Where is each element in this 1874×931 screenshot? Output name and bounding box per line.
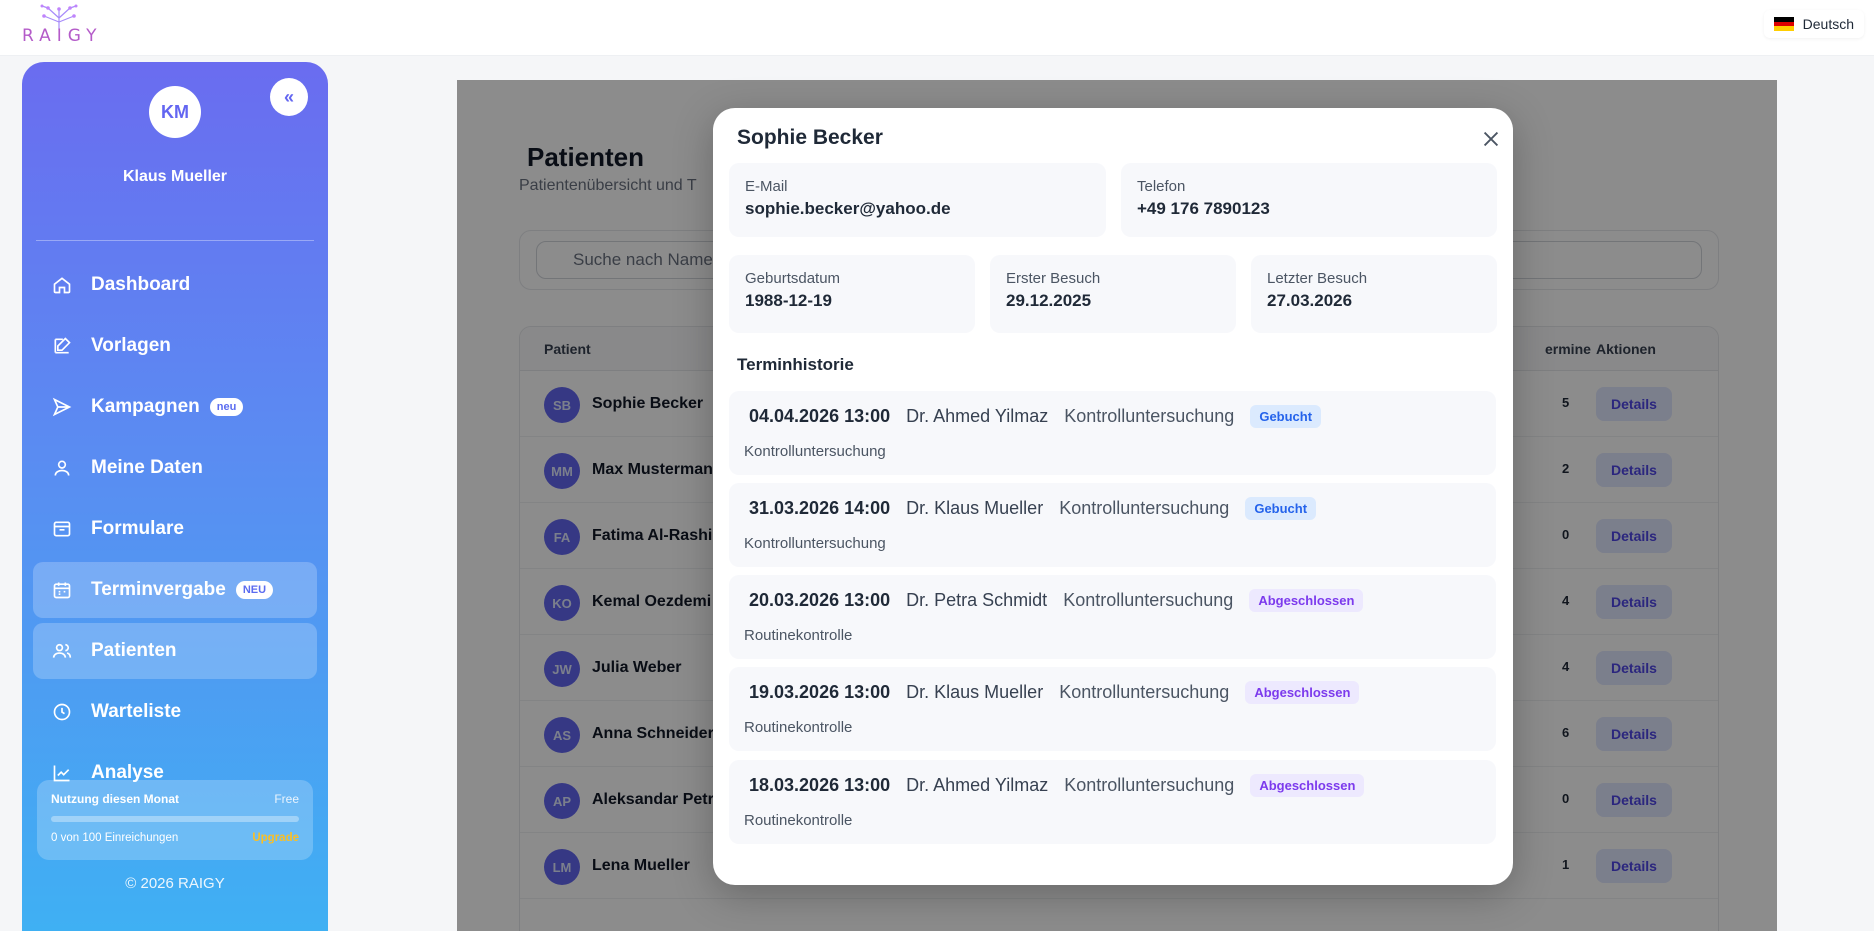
first-visit-value: 29.12.2025 bbox=[1006, 291, 1092, 310]
sidebar-item-label: Dashboard bbox=[91, 274, 191, 295]
appointment-note: Kontrolluntersuchung bbox=[744, 443, 886, 460]
sidebar-item-label: Terminvergabe bbox=[91, 579, 226, 600]
appointment-item: 18.03.2026 13:00 Dr. Ahmed Yilmaz Kontro… bbox=[729, 760, 1496, 844]
home-icon bbox=[51, 274, 73, 296]
appointment-item: 20.03.2026 13:00 Dr. Petra Schmidt Kontr… bbox=[729, 575, 1496, 659]
appointment-datetime: 31.03.2026 14:00 bbox=[749, 498, 891, 518]
status-badge: Abgeschlossen bbox=[1245, 681, 1360, 704]
email-field: E-Mail sophie.becker@yahoo.de bbox=[729, 163, 1106, 237]
status-badge: Gebucht bbox=[1250, 405, 1322, 428]
status-badge: Abgeschlossen bbox=[1250, 774, 1365, 797]
plan-label: Free bbox=[274, 792, 299, 806]
usage-card: Nutzung diesen Monat Free 0 von 100 Einr… bbox=[37, 780, 313, 860]
phone-value: +49 176 7890123 bbox=[1137, 199, 1270, 218]
collapse-sidebar-button[interactable]: « bbox=[270, 78, 308, 116]
logo-text: RAIGY bbox=[22, 26, 103, 46]
appointment-type: Kontrolluntersuchung bbox=[1064, 406, 1235, 426]
sidebar-item-label: Kampagnen bbox=[91, 396, 200, 417]
raigy-logo[interactable]: RAIGY bbox=[20, 4, 98, 48]
patient-details-modal: Sophie Becker E-Mail sophie.becker@yahoo… bbox=[713, 108, 1513, 885]
language-label: Deutsch bbox=[1802, 16, 1854, 32]
appointment-doctor: Dr. Klaus Mueller bbox=[906, 682, 1044, 702]
appointment-doctor: Dr. Klaus Mueller bbox=[906, 498, 1044, 518]
appointment-datetime: 19.03.2026 13:00 bbox=[749, 682, 891, 702]
user-icon bbox=[51, 457, 73, 479]
appointment-note: Routinekontrolle bbox=[744, 812, 853, 829]
sidebar-nav: Dashboard Vorlagen Kampagnen neu Meine D… bbox=[33, 257, 317, 806]
avatar[interactable]: KM bbox=[149, 86, 201, 138]
top-bar: RAIGY Deutsch bbox=[0, 0, 1874, 56]
usage-progress-bar bbox=[51, 816, 299, 822]
phone-field: Telefon +49 176 7890123 bbox=[1121, 163, 1497, 237]
birthdate-field: Geburtsdatum 1988-12-19 bbox=[729, 255, 975, 333]
sidebar: KM « Klaus Mueller Dashboard Vorlagen Ka… bbox=[22, 62, 328, 931]
email-label: E-Mail bbox=[745, 178, 788, 195]
appointment-doctor: Dr. Ahmed Yilmaz bbox=[906, 406, 1049, 426]
close-button[interactable] bbox=[1478, 128, 1504, 154]
appointment-datetime: 04.04.2026 13:00 bbox=[749, 406, 891, 426]
status-badge: Abgeschlossen bbox=[1249, 589, 1364, 612]
new-badge: NEU bbox=[235, 581, 274, 599]
history-title: Terminhistorie bbox=[737, 355, 854, 374]
sidebar-item-formulare[interactable]: Formulare bbox=[33, 501, 317, 557]
status-badge: Gebucht bbox=[1245, 497, 1317, 520]
german-flag-icon bbox=[1773, 17, 1794, 32]
sidebar-item-label: Patienten bbox=[91, 640, 177, 661]
sidebar-item-label: Meine Daten bbox=[91, 457, 203, 478]
sidebar-item-warteliste[interactable]: Warteliste bbox=[33, 684, 317, 740]
appointment-doctor: Dr. Ahmed Yilmaz bbox=[906, 775, 1049, 795]
birthdate-value: 1988-12-19 bbox=[745, 291, 832, 310]
last-visit-label: Letzter Besuch bbox=[1267, 270, 1368, 287]
users-icon bbox=[51, 640, 73, 662]
sidebar-item-patienten[interactable]: Patienten bbox=[33, 623, 317, 679]
appointment-item: 19.03.2026 13:00 Dr. Klaus Mueller Kontr… bbox=[729, 667, 1496, 751]
modal-title: Sophie Becker bbox=[737, 126, 883, 149]
first-visit-field: Erster Besuch 29.12.2025 bbox=[990, 255, 1236, 333]
appointment-note: Routinekontrolle bbox=[744, 627, 853, 644]
first-visit-label: Erster Besuch bbox=[1006, 270, 1101, 287]
sidebar-item-dashboard[interactable]: Dashboard bbox=[33, 257, 317, 313]
appointment-datetime: 20.03.2026 13:00 bbox=[749, 590, 891, 610]
phone-label: Telefon bbox=[1137, 178, 1186, 195]
appointment-doctor: Dr. Petra Schmidt bbox=[906, 590, 1048, 610]
clock-icon bbox=[51, 701, 73, 723]
calendar-icon bbox=[51, 579, 73, 601]
last-visit-field: Letzter Besuch 27.03.2026 bbox=[1251, 255, 1497, 333]
close-icon bbox=[1483, 131, 1499, 147]
user-name: Klaus Mueller bbox=[122, 168, 228, 185]
appointment-item: 04.04.2026 13:00 Dr. Ahmed Yilmaz Kontro… bbox=[729, 391, 1496, 475]
sidebar-item-terminvergabe[interactable]: Terminvergabe NEU bbox=[33, 562, 317, 618]
send-icon bbox=[51, 396, 73, 418]
language-selector[interactable]: Deutsch bbox=[1763, 10, 1864, 38]
divider bbox=[36, 240, 314, 241]
sidebar-item-kampagnen[interactable]: Kampagnen neu bbox=[33, 379, 317, 435]
email-value: sophie.becker@yahoo.de bbox=[745, 199, 951, 218]
sidebar-item-label: Formulare bbox=[91, 518, 184, 539]
appointment-datetime: 18.03.2026 13:00 bbox=[749, 775, 891, 795]
edit-icon bbox=[51, 335, 73, 357]
appointment-type: Kontrolluntersuchung bbox=[1059, 498, 1230, 518]
last-visit-value: 27.03.2026 bbox=[1267, 291, 1353, 310]
appointment-note: Routinekontrolle bbox=[744, 719, 853, 736]
appointment-type: Kontrolluntersuchung bbox=[1063, 590, 1234, 610]
upgrade-link[interactable]: Upgrade bbox=[252, 832, 299, 844]
appointment-item: 31.03.2026 14:00 Dr. Klaus Mueller Kontr… bbox=[729, 483, 1496, 567]
copyright: © 2026 RAIGY bbox=[125, 875, 225, 892]
appointment-note: Kontrolluntersuchung bbox=[744, 535, 886, 552]
sidebar-item-label: Warteliste bbox=[91, 701, 182, 722]
inbox-icon bbox=[51, 518, 73, 540]
usage-count: 0 von 100 Einreichungen bbox=[51, 832, 179, 844]
new-badge: neu bbox=[209, 398, 244, 416]
appointment-type: Kontrolluntersuchung bbox=[1059, 682, 1230, 702]
birthdate-label: Geburtsdatum bbox=[745, 270, 841, 287]
sidebar-item-label: Vorlagen bbox=[91, 335, 171, 356]
appointment-type: Kontrolluntersuchung bbox=[1064, 775, 1235, 795]
usage-title: Nutzung diesen Monat bbox=[51, 792, 179, 806]
sidebar-item-meine-daten[interactable]: Meine Daten bbox=[33, 440, 317, 496]
chevrons-left-icon: « bbox=[283, 86, 294, 107]
sidebar-item-vorlagen[interactable]: Vorlagen bbox=[33, 318, 317, 374]
